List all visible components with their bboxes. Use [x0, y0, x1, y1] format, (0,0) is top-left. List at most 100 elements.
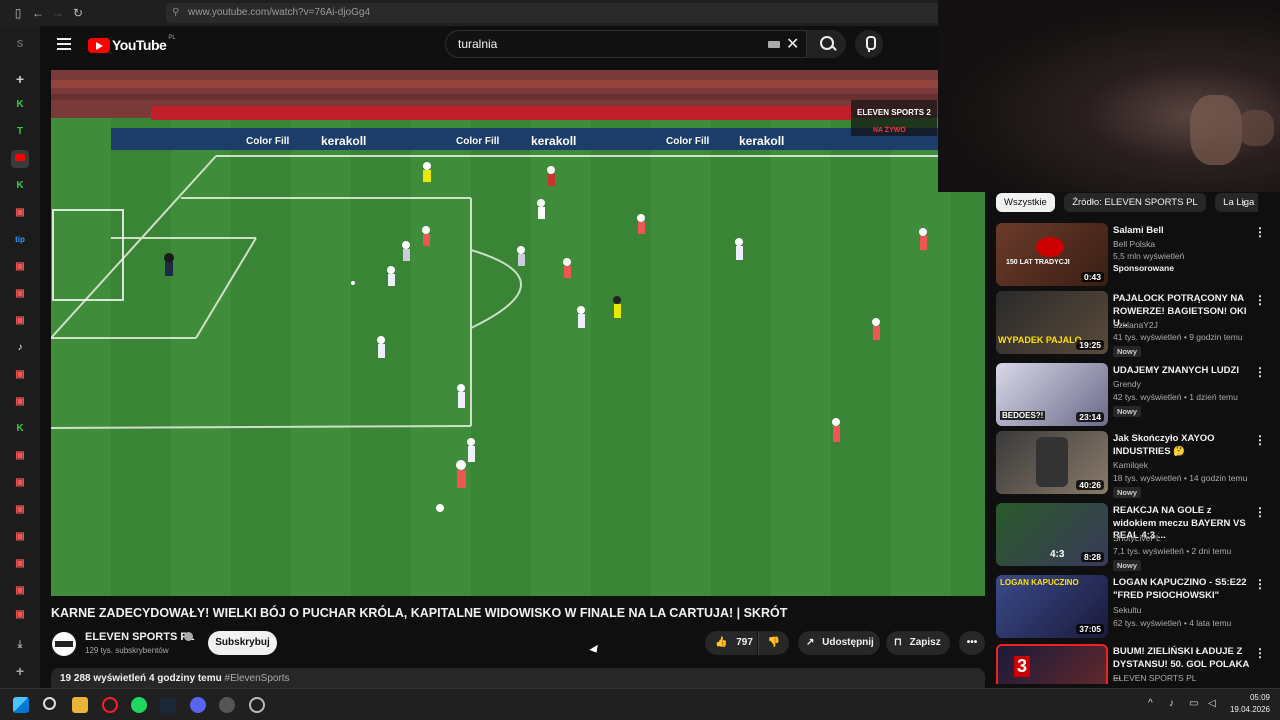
recommendation-item[interactable]: 4:3 8:28 REAKCJA NA GOLE z widokiem mecz… — [996, 503, 1268, 571]
channel-name[interactable]: Kamilqek — [1113, 460, 1148, 470]
mail-icon-2[interactable]: ▣ — [11, 258, 29, 276]
mail-icon-7[interactable]: ▣ — [11, 447, 29, 465]
kick-icon[interactable]: K — [11, 96, 29, 114]
video-thumbnail[interactable]: BEDOES?! 23:14 — [996, 363, 1108, 426]
recommendation-item[interactable]: 40:26 Jak Skończyło XAYOO INDUSTRIES 🤔 K… — [996, 431, 1268, 498]
channel-name[interactable]: Grendy — [1113, 379, 1141, 389]
mail-icon-8[interactable]: ▣ — [11, 474, 29, 492]
video-thumbnail[interactable]: 3 — [996, 644, 1108, 684]
mail-icon[interactable]: ▣ — [11, 204, 29, 222]
youtube-logo[interactable]: YouTube PL — [88, 35, 176, 53]
mail-icon-6[interactable]: ▣ — [11, 393, 29, 411]
address-bar[interactable]: ⚲ www.youtube.com/watch?v=76Ai-djoGg4 — [166, 3, 946, 23]
opera-icon[interactable] — [102, 697, 118, 713]
clock-date[interactable]: 19.04.2026 — [1224, 705, 1270, 714]
mail-icon-11[interactable]: ▣ — [11, 555, 29, 573]
monitor-icon[interactable]: ▭ — [1189, 698, 1205, 714]
channel-name[interactable]: ShotyLivePL — [1113, 533, 1161, 543]
spotify-icon[interactable] — [131, 697, 147, 713]
recommendation-item[interactable]: 150 LAT TRADYCJI 0:43 Salami Bell Bell P… — [996, 223, 1268, 289]
dislike-button[interactable]: 👎 — [758, 631, 789, 655]
chip-all[interactable]: Wszystkie — [996, 193, 1055, 212]
video-thumbnail[interactable]: 4:3 8:28 — [996, 503, 1108, 566]
t-app-icon[interactable]: T — [11, 123, 29, 141]
tip-icon[interactable]: tip — [11, 231, 29, 249]
menu-icon[interactable] — [57, 38, 71, 50]
youtube-tab-icon[interactable] — [11, 150, 29, 168]
discord-icon[interactable] — [190, 697, 206, 713]
description-box[interactable]: 19 288 wyświetleń 4 godziny temu #Eleven… — [51, 668, 985, 688]
video-thumbnail[interactable]: LOGAN KAPUCZINO 37:05 — [996, 575, 1108, 638]
chip-source[interactable]: Źródło: ELEVEN SPORTS PL — [1064, 193, 1206, 212]
clear-search-icon[interactable]: ✕ — [786, 34, 799, 54]
more-vert-icon[interactable]: ⋮ — [1254, 646, 1266, 660]
new-tab-icon[interactable]: + — [11, 70, 29, 88]
save-button[interactable]: ⊓ Zapisz — [886, 631, 950, 655]
more-actions-button[interactable]: ••• — [959, 631, 985, 655]
volume-icon[interactable]: ◁ — [1208, 698, 1224, 714]
recommendation-item[interactable]: BEDOES?! 23:14 UDAJEMY ZNANYCH LUDZI Gre… — [996, 363, 1268, 429]
steam-icon[interactable] — [160, 697, 176, 713]
back-icon[interactable]: ← — [30, 5, 46, 21]
windows-start-icon[interactable] — [13, 697, 29, 713]
mail-icon-13[interactable]: ▣ — [11, 606, 29, 624]
mail-icon-5[interactable]: ▣ — [11, 366, 29, 384]
video-title[interactable]: LOGAN KAPUCZINO - S5:E22 "FRED PSIOCHOWS… — [1113, 577, 1251, 602]
more-vert-icon[interactable]: ⋮ — [1254, 293, 1266, 307]
workspace-icon[interactable]: S — [11, 36, 29, 54]
more-vert-icon[interactable]: ⋮ — [1254, 433, 1266, 447]
thumbnail-text: WYPADEK PAJALO — [998, 335, 1082, 345]
share-button[interactable]: ↗ Udostępnij — [798, 631, 880, 655]
channel-name[interactable]: Bell Polska — [1113, 239, 1155, 249]
video-title[interactable]: Salami Bell — [1113, 225, 1251, 238]
like-button[interactable]: 👍 797 — [705, 631, 757, 655]
video-thumbnail[interactable]: 40:26 — [996, 431, 1108, 494]
file-explorer-icon[interactable] — [72, 697, 88, 713]
video-title[interactable]: UDAJEMY ZNANYCH LUDZI — [1113, 365, 1251, 378]
kick-icon-3[interactable]: K — [11, 420, 29, 438]
chip-laliga[interactable]: La Liga — [1215, 193, 1258, 212]
app-icon[interactable] — [249, 697, 265, 713]
recommendation-item[interactable]: WYPADEK PAJALO 19:25 PAJALOCK POTRĄCONY … — [996, 291, 1268, 357]
video-player[interactable]: Color Fill kerakoll Color Fill kerakoll … — [51, 70, 985, 596]
search-input[interactable] — [446, 31, 756, 57]
search-icon[interactable] — [43, 697, 56, 710]
tiktok-icon[interactable]: ♪ — [11, 339, 29, 357]
search-button[interactable] — [806, 30, 846, 58]
sidebar-toggle-icon[interactable]: ▯ — [10, 5, 26, 21]
video-title[interactable]: Jak Skończyło XAYOO INDUSTRIES 🤔 — [1113, 433, 1251, 458]
video-thumbnail[interactable]: WYPADEK PAJALO 19:25 — [996, 291, 1108, 354]
recommendation-item[interactable]: LOGAN KAPUCZINO 37:05 LOGAN KAPUCZINO - … — [996, 575, 1268, 641]
obs-icon[interactable] — [219, 697, 235, 713]
more-vert-icon[interactable]: ⋮ — [1254, 505, 1266, 519]
hashtag[interactable]: #ElevenSports — [225, 673, 290, 684]
mail-icon-9[interactable]: ▣ — [11, 501, 29, 519]
chevron-right-icon[interactable]: › — [1242, 196, 1246, 210]
recommendation-item[interactable]: 3 BUUM! ZIELIŃSKI ŁADUJE Z DYSTANSU! 50.… — [996, 644, 1268, 684]
more-vert-icon[interactable]: ⋮ — [1254, 577, 1266, 591]
more-vert-icon[interactable]: ⋮ — [1254, 365, 1266, 379]
subscribe-button[interactable]: Subskrybuj — [208, 631, 277, 655]
microphone-icon[interactable]: ♪ — [1169, 698, 1185, 714]
downloads-icon[interactable]: ⤓ — [11, 636, 29, 654]
site-info-icon[interactable]: ⚲ — [172, 3, 179, 23]
clock-time[interactable]: 05:09 — [1236, 693, 1270, 702]
forward-icon[interactable]: → — [50, 5, 66, 21]
channel-name[interactable]: ELEVEN SPORTS PL — [85, 631, 194, 643]
channel-name[interactable]: Sekultu — [1113, 605, 1141, 615]
channel-name[interactable]: ELEVEN SPORTS PL — [1113, 673, 1196, 683]
mail-icon-12[interactable]: ▣ — [11, 582, 29, 600]
chevron-up-icon[interactable]: ^ — [1148, 698, 1164, 714]
reload-icon[interactable]: ↻ — [70, 5, 86, 21]
mail-icon-10[interactable]: ▣ — [11, 528, 29, 546]
voice-search-button[interactable] — [855, 30, 883, 58]
more-vert-icon[interactable]: ⋮ — [1254, 225, 1266, 239]
kick-icon-2[interactable]: K — [11, 177, 29, 195]
mail-icon-3[interactable]: ▣ — [11, 285, 29, 303]
channel-name[interactable]: SzklanaY2J — [1113, 320, 1158, 330]
mail-icon-4[interactable]: ▣ — [11, 312, 29, 330]
keyboard-icon[interactable] — [768, 41, 780, 48]
video-thumbnail[interactable]: 150 LAT TRADYCJI 0:43 — [996, 223, 1108, 286]
add-panel-icon[interactable]: + — [11, 662, 29, 680]
channel-avatar[interactable] — [52, 632, 76, 656]
